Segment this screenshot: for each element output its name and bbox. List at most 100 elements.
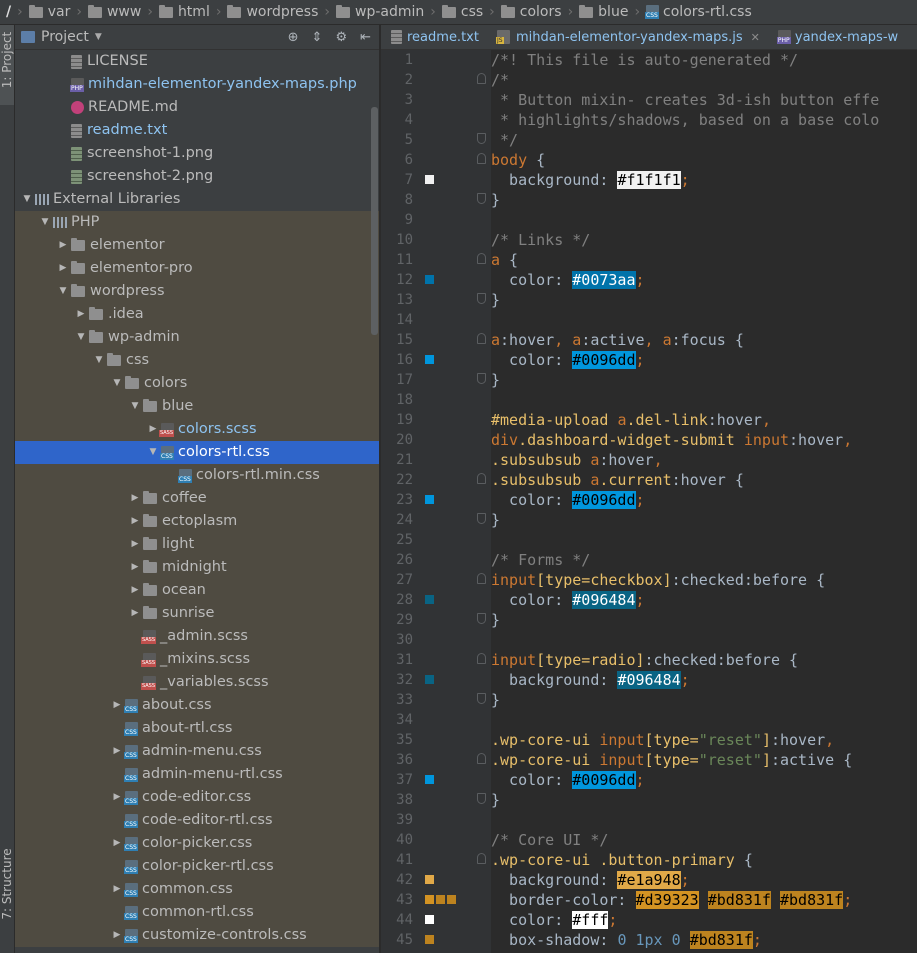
tree-item[interactable]: color-picker-rtl.css <box>15 855 379 878</box>
tree-item[interactable]: ▶ sunrise <box>15 602 379 625</box>
collapsed-arrow-icon[interactable]: ▶ <box>127 487 143 510</box>
breadcrumb-item[interactable]: www <box>86 4 143 20</box>
breadcrumb-item[interactable]: blue <box>577 4 630 20</box>
tree-item[interactable]: screenshot-2.png <box>15 165 379 188</box>
tree-item[interactable]: ▶ about.css <box>15 694 379 717</box>
locate-icon[interactable]: ⊕ <box>288 30 299 45</box>
project-view-selector[interactable]: Project ▼ <box>21 29 102 45</box>
fold-start-icon[interactable] <box>477 573 486 584</box>
code-editor[interactable]: readme.txt mihdan-elementor-yandex-maps.j… <box>381 25 917 953</box>
fold-end-icon[interactable] <box>477 293 486 304</box>
fold-start-icon[interactable] <box>477 253 486 264</box>
tree-item[interactable]: LICENSE <box>15 50 379 73</box>
fold-end-icon[interactable] <box>477 513 486 524</box>
tree-item[interactable]: ▼ PHP <box>15 211 379 234</box>
tree-item[interactable]: ▶ code-editor.css <box>15 786 379 809</box>
tree-item[interactable]: ▼ blue <box>15 395 379 418</box>
fold-end-icon[interactable] <box>477 693 486 704</box>
tree-item[interactable]: ▶ customize-controls.css <box>15 924 379 947</box>
color-swatch[interactable] <box>425 895 434 904</box>
tree-item[interactable]: ▶ ocean <box>15 579 379 602</box>
tree-item[interactable]: common-rtl.css <box>15 901 379 924</box>
breadcrumb-item[interactable]: wordpress <box>225 4 320 20</box>
breadcrumb-item[interactable]: wp-admin <box>334 4 426 20</box>
expand-arrow-icon[interactable]: ▼ <box>37 211 53 234</box>
fold-end-icon[interactable] <box>477 373 486 384</box>
collapsed-arrow-icon[interactable]: ▶ <box>127 556 143 579</box>
editor-tab[interactable]: readme.txt <box>381 25 487 49</box>
tree-item[interactable]: ▶colors.scss <box>15 418 379 441</box>
expand-arrow-icon[interactable]: ▼ <box>73 326 89 349</box>
tree-item[interactable]: ▶ midnight <box>15 556 379 579</box>
breadcrumb-item[interactable]: css <box>440 4 485 20</box>
tree-item[interactable]: mihdan-elementor-yandex-maps.php <box>15 73 379 96</box>
expand-arrow-icon[interactable]: ▼ <box>91 349 107 372</box>
color-swatch[interactable] <box>425 275 434 284</box>
fold-start-icon[interactable] <box>477 333 486 344</box>
color-swatch[interactable] <box>436 895 445 904</box>
fold-start-icon[interactable] <box>477 153 486 164</box>
editor-tab[interactable]: mihdan-elementor-yandex-maps.js ✕ <box>487 25 768 49</box>
settings-icon[interactable]: ⚙ <box>335 30 347 45</box>
tree-item[interactable]: ▶ .idea <box>15 303 379 326</box>
tree-item[interactable]: ▶ admin-menu.css <box>15 740 379 763</box>
fold-start-icon[interactable] <box>477 653 486 664</box>
tree-item[interactable]: about-rtl.css <box>15 717 379 740</box>
fold-start-icon[interactable] <box>477 73 486 84</box>
tree-item[interactable]: ▼ colors <box>15 372 379 395</box>
breadcrumb-item[interactable]: / <box>0 4 13 20</box>
breadcrumb-item[interactable]: colors-rtl.css <box>644 4 754 20</box>
tree-item[interactable]: _mixins.scss <box>15 648 379 671</box>
tree-item[interactable]: screenshot-1.png <box>15 142 379 165</box>
collapsed-arrow-icon[interactable]: ▶ <box>109 878 125 901</box>
color-swatch[interactable] <box>425 915 434 924</box>
collapsed-arrow-icon[interactable]: ▶ <box>55 257 71 280</box>
tree-item[interactable]: ▼ css <box>15 349 379 372</box>
collapsed-arrow-icon[interactable]: ▶ <box>109 786 125 809</box>
color-swatch[interactable] <box>425 495 434 504</box>
structure-tool-tab[interactable]: 7: Structure <box>0 845 14 935</box>
tree-item[interactable]: README.md <box>15 96 379 119</box>
project-tool-tab[interactable]: 1: Project <box>0 25 14 105</box>
expand-arrow-icon[interactable]: ▼ <box>145 441 161 464</box>
breadcrumb-item[interactable]: var <box>27 4 73 20</box>
fold-end-icon[interactable] <box>477 133 486 144</box>
tree-item[interactable]: _variables.scss <box>15 671 379 694</box>
collapsed-arrow-icon[interactable]: ▶ <box>109 740 125 763</box>
breadcrumb-item[interactable]: colors <box>499 4 564 20</box>
collapsed-arrow-icon[interactable]: ▶ <box>109 694 125 717</box>
tree-item[interactable]: code-editor-rtl.css <box>15 809 379 832</box>
expand-arrow-icon[interactable]: ▼ <box>127 395 143 418</box>
collapsed-arrow-icon[interactable]: ▶ <box>127 533 143 556</box>
color-swatch[interactable] <box>425 775 434 784</box>
color-swatch[interactable] <box>425 595 434 604</box>
tree-item[interactable]: ▼ External Libraries <box>15 188 379 211</box>
tree-item[interactable]: ▼ wordpress <box>15 280 379 303</box>
color-swatch[interactable] <box>425 675 434 684</box>
tree-item[interactable]: ▶ coffee <box>15 487 379 510</box>
collapse-icon[interactable]: ⇕ <box>312 30 323 45</box>
tree-item[interactable]: ▶ elementor <box>15 234 379 257</box>
fold-end-icon[interactable] <box>477 613 486 624</box>
close-tab-icon[interactable]: ✕ <box>751 31 760 44</box>
tree-item[interactable]: ▶ light <box>15 533 379 556</box>
expand-arrow-icon[interactable]: ▼ <box>55 280 71 303</box>
color-swatch[interactable] <box>447 895 456 904</box>
fold-end-icon[interactable] <box>477 793 486 804</box>
collapsed-arrow-icon[interactable]: ▶ <box>73 303 89 326</box>
hide-icon[interactable]: ⇤ <box>360 30 371 45</box>
collapsed-arrow-icon[interactable]: ▶ <box>127 510 143 533</box>
tree-item[interactable]: colors-rtl.min.css <box>15 464 379 487</box>
collapsed-arrow-icon[interactable]: ▶ <box>127 579 143 602</box>
tree-item[interactable]: ▼ colors-rtl.css <box>15 441 379 464</box>
collapsed-arrow-icon[interactable]: ▶ <box>55 234 71 257</box>
expand-arrow-icon[interactable]: ▼ <box>109 372 125 395</box>
collapsed-arrow-icon[interactable]: ▶ <box>109 924 125 947</box>
color-swatch[interactable] <box>425 875 434 884</box>
tree-item[interactable]: ▶ color-picker.css <box>15 832 379 855</box>
project-tree-scrollbar[interactable] <box>371 107 378 335</box>
breadcrumb-item[interactable]: html <box>157 4 212 20</box>
tree-item[interactable]: readme.txt <box>15 119 379 142</box>
fold-start-icon[interactable] <box>477 473 486 484</box>
tree-item[interactable]: admin-menu-rtl.css <box>15 763 379 786</box>
